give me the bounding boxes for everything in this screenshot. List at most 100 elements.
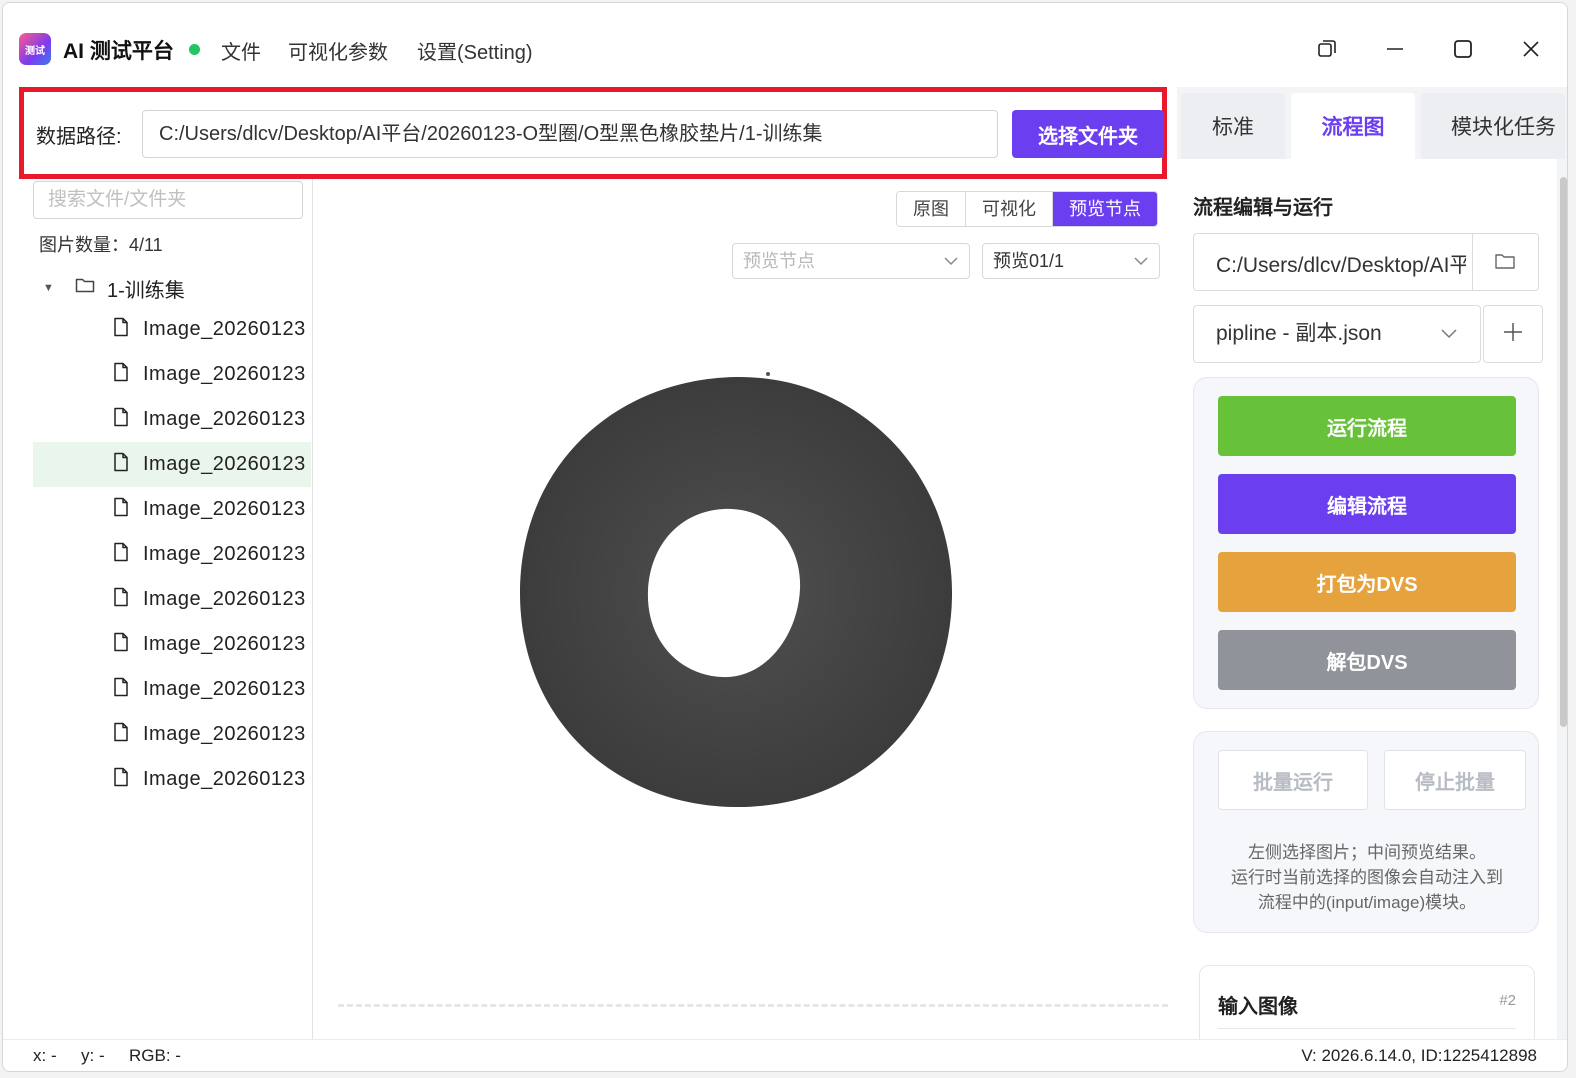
file-name: Image_20260123 [143, 633, 306, 655]
view-mode-switch: 原图 可视化 预览节点 [896, 191, 1158, 227]
cursor-rgb: RGB: - [129, 1046, 181, 1065]
chevron-down-icon [943, 246, 959, 287]
add-pipeline-button[interactable] [1483, 305, 1543, 363]
file-name: Image_20260123 [143, 768, 306, 790]
data-path-input[interactable]: C:/Users/dlcv/Desktop/AI平台/20260123-O型圈/… [142, 110, 998, 158]
node-title: 输入图像 [1218, 996, 1298, 1018]
file-icon [113, 767, 129, 793]
data-path-bar: 数据路径: C:/Users/dlcv/Desktop/AI平台/2026012… [19, 87, 1167, 179]
maximize-icon[interactable] [1445, 31, 1481, 67]
action-card: 运行流程 编辑流程 打包为DVS 解包DVS [1193, 377, 1539, 709]
edit-flow-button[interactable]: 编辑流程 [1218, 474, 1516, 534]
pack-dvs-button[interactable]: 打包为DVS [1218, 552, 1516, 612]
view-mode-preview-node[interactable]: 预览节点 [1053, 192, 1157, 226]
file-list-item[interactable]: Image_20260123 [33, 757, 311, 802]
pipeline-path-input[interactable]: C:/Users/dlcv/Desktop/AI平台 [1193, 233, 1539, 291]
run-flow-button[interactable]: 运行流程 [1218, 396, 1516, 456]
section-title: 流程编辑与运行 [1193, 197, 1333, 219]
batch-card: 批量运行 停止批量 左侧选择图片；中间预览结果。 运行时当前选择的图像会自动注入… [1193, 731, 1539, 933]
file-name: Image_20260123 [143, 453, 306, 475]
file-list-item[interactable]: Image_20260123 [33, 397, 311, 442]
hint-line: 运行时当前选择的图像会自动注入到 [1231, 868, 1503, 887]
file-list: Image_20260123 Image_20260123 Image_202601… [33, 307, 311, 802]
file-list-item[interactable]: Image_20260123 [33, 352, 311, 397]
file-icon [113, 722, 129, 748]
right-scrollbar[interactable] [1560, 177, 1567, 727]
right-tabs: 标准 流程图 模块化任务 [1177, 93, 1567, 159]
status-indicator [189, 44, 200, 55]
file-name: Image_20260123 [143, 678, 306, 700]
file-search-input[interactable]: 搜索文件/文件夹 [33, 181, 303, 219]
input-image-node-card[interactable]: 输入图像 #2 [1199, 965, 1535, 1039]
file-list-item[interactable]: Image_20260123 [33, 532, 311, 577]
pipeline-file-value: pipline - 副本.json [1216, 322, 1382, 345]
preview-node-placeholder: 预览节点 [743, 251, 815, 271]
file-list-item[interactable]: Image_20260123 [33, 622, 311, 667]
node-id: #2 [1499, 992, 1516, 1009]
usage-hint: 左侧选择图片；中间预览结果。 运行时当前选择的图像会自动注入到 流程中的(inp… [1204, 840, 1530, 915]
file-name: Image_20260123 [143, 498, 306, 520]
file-list-item[interactable]: Image_20260123 [33, 487, 311, 532]
file-icon [113, 497, 129, 523]
chevron-down-icon [1133, 246, 1149, 287]
menu-visual-params[interactable]: 可视化参数 [288, 36, 388, 65]
tree-folder-node[interactable]: ▼ 1-训练集 [43, 271, 185, 305]
folder-name: 1-训练集 [107, 279, 185, 302]
file-icon [113, 362, 129, 388]
flowchart-panel: 流程编辑与运行 C:/Users/dlcv/Desktop/AI平台 pipli… [1177, 159, 1557, 1039]
file-icon [113, 317, 129, 343]
file-icon [113, 632, 129, 658]
file-list-item[interactable]: Image_20260123 [33, 307, 311, 352]
file-list-item[interactable]: Image_20260123 [33, 712, 311, 757]
image-count: 图片数量：4/11 [39, 235, 163, 255]
stop-batch-button[interactable]: 停止批量 [1384, 750, 1526, 810]
folder-open-icon[interactable] [1494, 250, 1516, 277]
preview-panel: 原图 可视化 预览节点 预览节点 预览01/1 [314, 179, 1176, 1039]
view-mode-original[interactable]: 原图 [897, 192, 966, 226]
file-list-item[interactable]: Image_20260123 [33, 442, 311, 487]
folder-icon [75, 276, 95, 300]
file-icon [113, 452, 129, 478]
preview-node-select[interactable]: 预览节点 [732, 243, 970, 279]
file-icon [113, 542, 129, 568]
restore-icon[interactable] [1309, 31, 1345, 67]
cursor-x: x: - [33, 1046, 57, 1065]
tab-standard[interactable]: 标准 [1181, 93, 1285, 159]
file-name: Image_20260123 [143, 588, 306, 610]
app-logo-icon: 测试 [19, 33, 51, 65]
unpack-dvs-button[interactable]: 解包DVS [1218, 630, 1516, 690]
app-window: 测试 AI 测试平台 文件 可视化参数 设置(Setting) 数据路径: C:… [2, 2, 1568, 1072]
preview-index-select[interactable]: 预览01/1 [982, 243, 1160, 279]
file-name: Image_20260123 [143, 363, 306, 385]
file-name: Image_20260123 [143, 723, 306, 745]
pipeline-file-select[interactable]: pipline - 副本.json [1193, 305, 1481, 363]
preview-image [520, 372, 953, 808]
batch-run-button[interactable]: 批量运行 [1218, 750, 1368, 810]
file-browser-panel: 搜索文件/文件夹 图片数量：4/11 ▼ 1-训练集 Image_2026012… [3, 179, 313, 1039]
title-bar: 测试 AI 测试平台 文件 可视化参数 设置(Setting) [3, 3, 1567, 89]
file-list-item[interactable]: Image_20260123 [33, 577, 311, 622]
image-canvas[interactable] [314, 299, 1176, 1039]
data-path-label: 数据路径: [36, 126, 122, 148]
status-bar: x: - y: - RGB: - V: 2026.6.14.0, ID:1225… [3, 1039, 1567, 1071]
file-list-item[interactable]: Image_20260123 [33, 667, 311, 712]
caret-down-icon[interactable]: ▼ [43, 282, 57, 294]
file-icon [113, 677, 129, 703]
menu-file[interactable]: 文件 [221, 36, 261, 65]
chevron-down-icon [1440, 308, 1458, 382]
menu-settings[interactable]: 设置(Setting) [417, 36, 533, 65]
view-mode-visualize[interactable]: 可视化 [966, 192, 1053, 226]
minimize-icon[interactable] [1377, 31, 1413, 67]
divider [1218, 1028, 1516, 1029]
file-icon [113, 407, 129, 433]
file-name: Image_20260123 [143, 408, 306, 430]
close-icon[interactable] [1513, 31, 1549, 67]
canvas-divider [338, 1004, 1168, 1007]
cursor-y: y: - [81, 1046, 105, 1065]
version-info: V: 2026.6.14.0, ID:1225412898 [1301, 1046, 1537, 1065]
hint-line: 流程中的(input/image)模块。 [1257, 893, 1477, 912]
divider [1472, 234, 1473, 290]
choose-folder-button[interactable]: 选择文件夹 [1012, 110, 1164, 158]
tab-modular-task[interactable]: 模块化任务 [1421, 93, 1565, 159]
tab-flowchart[interactable]: 流程图 [1291, 93, 1415, 159]
